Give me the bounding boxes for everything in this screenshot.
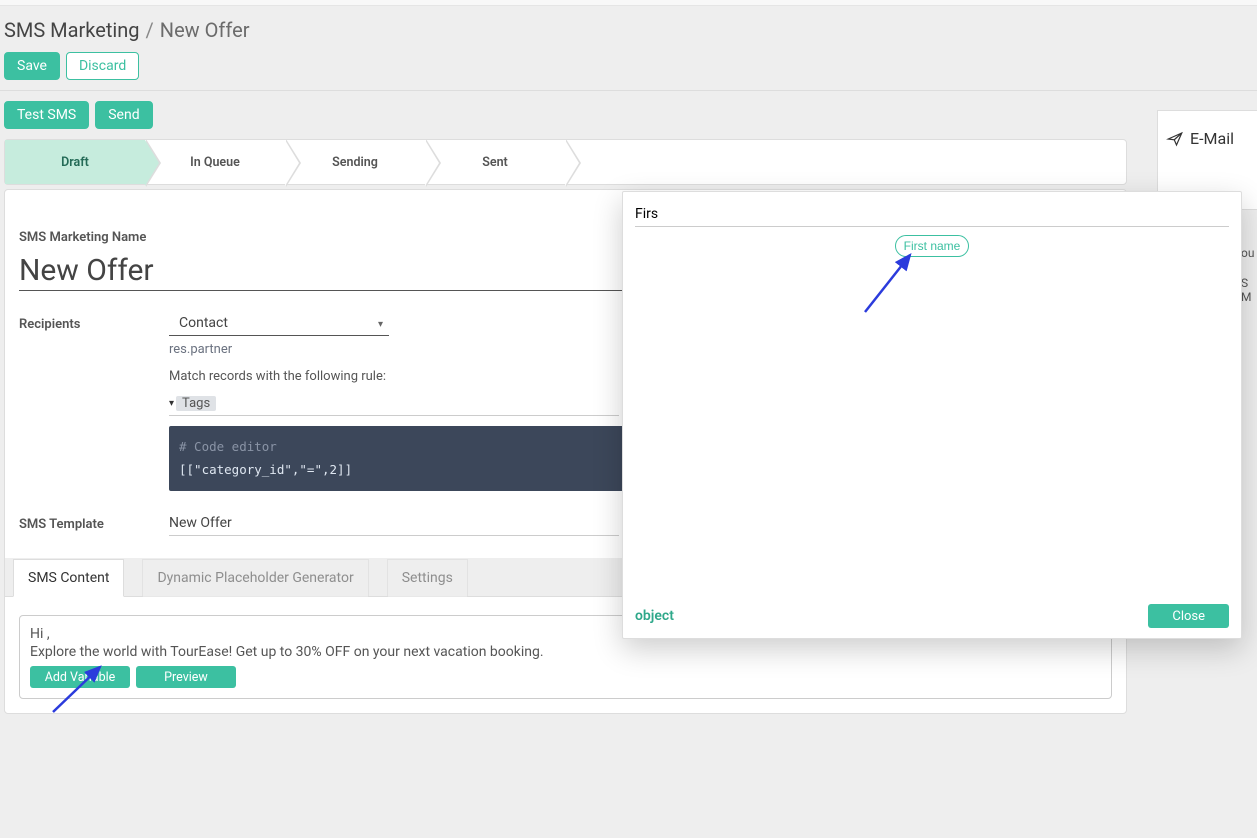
status-in-queue[interactable]: In Queue: [145, 140, 285, 184]
overflow-ghost: ou S M: [1241, 246, 1257, 304]
breadcrumb-current: New Offer: [160, 18, 250, 42]
status-draft[interactable]: Draft: [5, 140, 145, 184]
popup-close-button[interactable]: Close: [1148, 604, 1229, 628]
recipients-label: Recipients: [19, 311, 169, 332]
template-value: New Offer: [169, 515, 232, 531]
tags-field[interactable]: ▾ Tags: [169, 392, 619, 416]
breadcrumb-separator: /: [146, 18, 154, 42]
status-sent[interactable]: Sent: [425, 140, 565, 184]
annotation-arrow-suggestion: [860, 247, 920, 317]
status-bar: Draft In Queue Sending Sent: [4, 139, 1127, 185]
breadcrumb-root[interactable]: SMS Marketing: [4, 18, 140, 42]
recipients-value: Contact: [179, 315, 228, 331]
variable-popup: First name object Close: [622, 191, 1242, 639]
status-sending[interactable]: Sending: [285, 140, 425, 184]
sms-line-2: Explore the world with TourEase! Get up …: [30, 644, 1101, 660]
discard-button[interactable]: Discard: [66, 52, 139, 80]
suggestion-first-name[interactable]: First name: [895, 235, 970, 257]
action-toolbar: Test SMS Send: [0, 91, 1257, 133]
template-label: SMS Template: [19, 511, 169, 532]
add-variable-button[interactable]: Add Variable: [30, 666, 130, 688]
email-label: E-Mail: [1190, 129, 1234, 148]
caret-down-icon: ▾: [169, 398, 174, 409]
chevron-down-icon: ▾: [378, 319, 383, 330]
tab-placeholder-generator[interactable]: Dynamic Placeholder Generator: [142, 559, 368, 597]
preview-button[interactable]: Preview: [136, 666, 236, 688]
popup-object-label[interactable]: object: [635, 608, 674, 624]
record-toolbar: Save Discard: [0, 42, 1257, 84]
breadcrumb: SMS Marketing / New Offer: [0, 6, 1257, 42]
save-button[interactable]: Save: [4, 52, 60, 80]
variable-search-input[interactable]: [635, 202, 1229, 227]
send-button[interactable]: Send: [95, 101, 152, 129]
send-icon: [1166, 130, 1184, 148]
email-link[interactable]: E-Mail: [1166, 129, 1249, 148]
tab-sms-content[interactable]: SMS Content: [13, 559, 124, 597]
template-select[interactable]: New Offer: [169, 511, 619, 536]
tab-settings[interactable]: Settings: [387, 559, 468, 597]
tag-chip: Tags: [176, 396, 216, 411]
test-sms-button[interactable]: Test SMS: [4, 101, 89, 129]
recipients-select[interactable]: Contact ▾: [169, 311, 389, 336]
